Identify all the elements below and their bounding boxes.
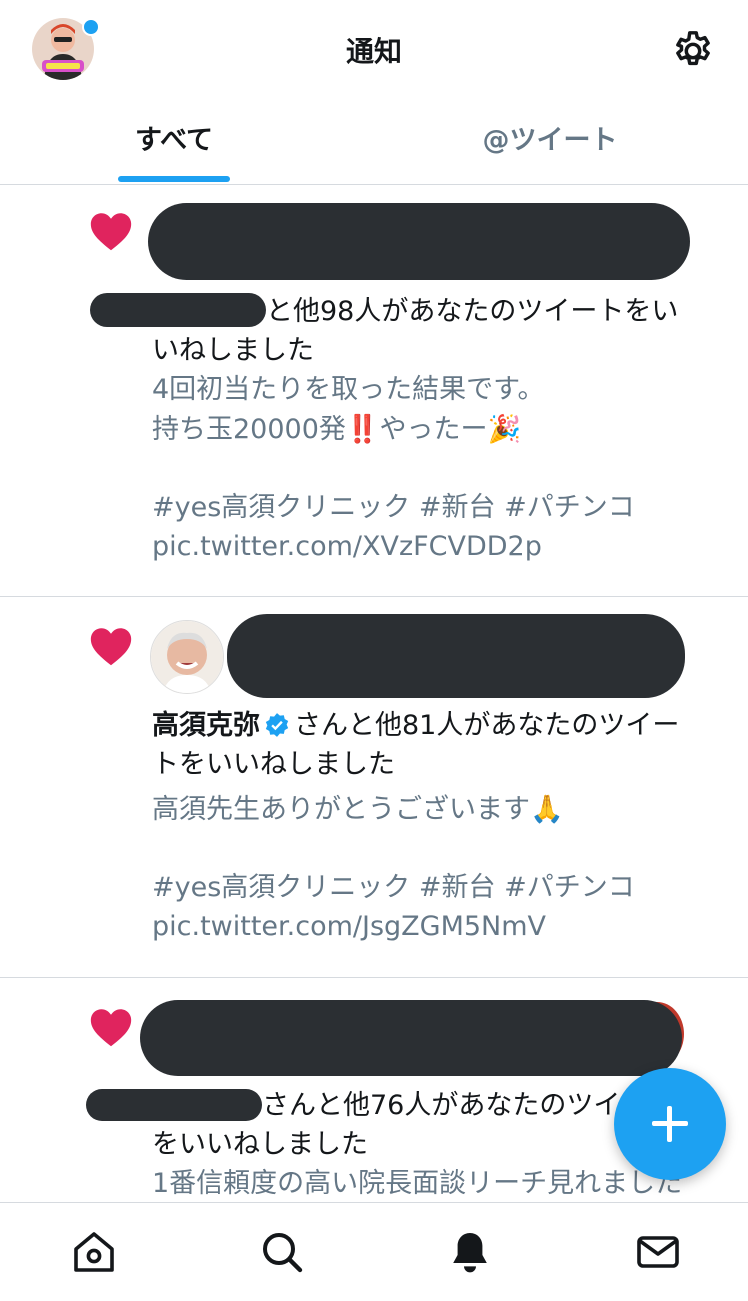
redacted-username [86, 1089, 262, 1121]
redacted-avatars [227, 614, 685, 698]
user-name[interactable]: 高須克弥 [152, 710, 260, 741]
heart-icon [90, 628, 132, 666]
user-avatar[interactable] [150, 620, 224, 694]
heart-icon [90, 213, 132, 251]
heart-icon [90, 1009, 132, 1047]
tab-all[interactable]: すべて [100, 118, 248, 158]
tweet-text: 高須先生ありがとうございます🙏 [152, 794, 564, 825]
verified-badge-icon [265, 713, 289, 737]
tweet-text: 1番信頼度の高い院長面談リーチ見れました [152, 1168, 683, 1199]
tweet-text: 持ち玉20000発‼️やったー🎉 [152, 414, 522, 445]
plus-icon-vertical [667, 1106, 672, 1142]
gear-icon[interactable] [670, 28, 716, 74]
search-icon[interactable] [258, 1228, 306, 1276]
redacted-username [90, 293, 266, 327]
redacted-avatars [140, 1000, 682, 1076]
bell-icon[interactable] [446, 1228, 494, 1276]
notification-text: 高須克弥 さんと他81人があなたのツイー [152, 710, 680, 741]
divider [0, 596, 748, 597]
tweet-text: 4回初当たりを取った結果です。 [152, 374, 545, 405]
notification-text-cont: いねしました [152, 335, 314, 366]
divider [0, 977, 748, 978]
tweet-hashtags[interactable]: #yes高須クリニック #新台 #パチンコ [152, 868, 635, 908]
tab-mentions[interactable]: @ツイート [440, 118, 660, 158]
notification-text-cont: トをいいねしました [152, 749, 395, 780]
home-icon[interactable] [70, 1228, 118, 1276]
tweet-link[interactable]: pic.twitter.com/XVzFCVDD2p [152, 527, 542, 567]
page-title: 通知 [345, 35, 402, 68]
notification-text: と他98人があなたのツイートをい [266, 296, 679, 327]
notification-text: さんと他76人があなたのツイ [262, 1090, 621, 1121]
redacted-avatars [148, 203, 690, 280]
active-tab-indicator [118, 176, 230, 182]
tweet-hashtags[interactable]: #yes高須クリニック #新台 #パチンコ [152, 488, 635, 528]
mail-icon[interactable] [634, 1228, 682, 1276]
tweet-link[interactable]: pic.twitter.com/JsgZGM5NmV [152, 907, 546, 947]
notification-text-cont: をいいねしました [152, 1129, 368, 1160]
